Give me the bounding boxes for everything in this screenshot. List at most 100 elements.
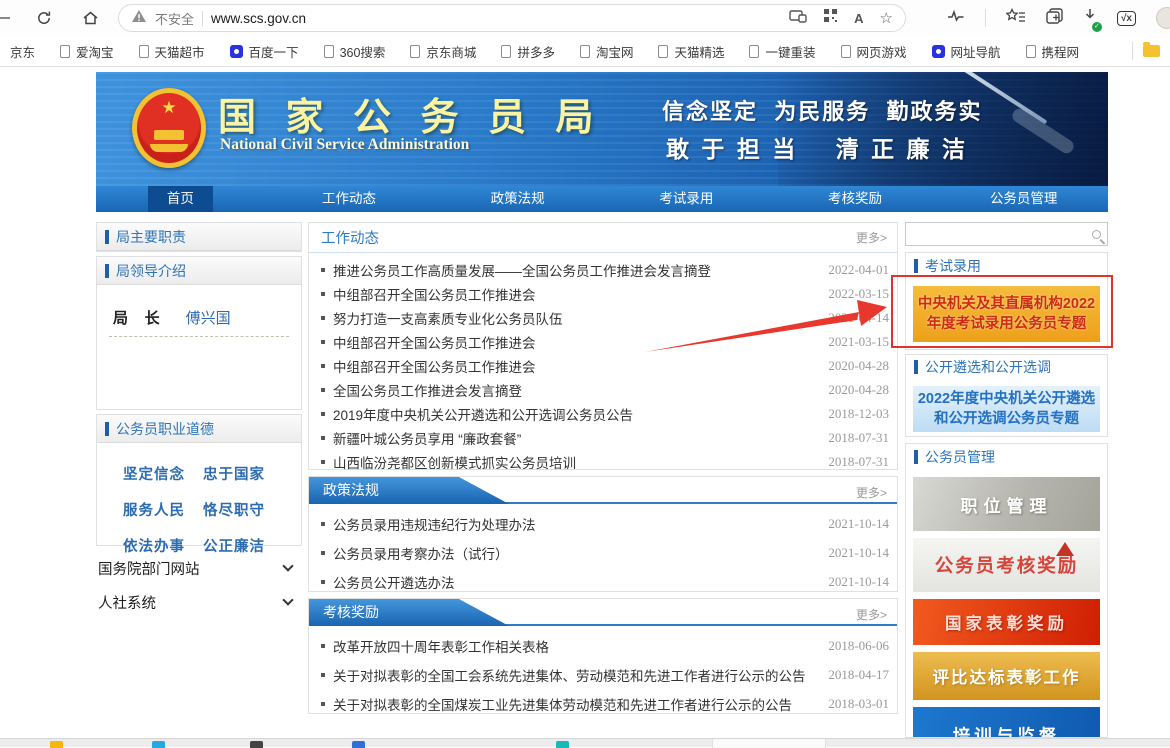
bookmark-item[interactable]: 天猫超市 [139,42,205,61]
device-preview-icon[interactable] [789,9,807,28]
bookmark-item[interactable]: 网址导航 [932,42,1001,61]
bookmark-item[interactable]: 京东商城 [410,42,476,61]
read-aloud-icon[interactable]: A [854,11,863,26]
bullet-icon [321,316,325,320]
awards-section-title[interactable]: 考核奖励 [309,599,509,626]
news-list-item[interactable]: 新疆叶城公务员享用 “廉政套餐” 2018-07-31 [321,426,889,450]
bookmark-item[interactable]: 拼多多 [501,42,555,61]
ethics-link[interactable]: 服务人民 [123,499,203,520]
awards-more-link[interactable]: 更多> [856,606,887,623]
nav-item[interactable]: 首页 [148,186,213,212]
news-more-link[interactable]: 更多> [856,229,887,246]
ethics-link[interactable]: 恪尽职守 [203,499,283,520]
news-list-item[interactable]: 中组部召开全国公务员工作推进会 2020-04-28 [321,354,889,378]
bookmark-label: 拼多多 [517,42,555,61]
mgmt-banner[interactable]: 职位管理 [913,477,1100,531]
site-title-cn: 国 家 公 务 员 局 [218,86,604,141]
policy-more-link[interactable]: 更多> [856,484,887,501]
search-icon[interactable] [1092,230,1101,239]
bookmark-favicon [230,45,243,58]
bookmark-item[interactable]: 爱淘宝 [60,42,114,61]
bookmark-label: 360搜索 [340,42,386,61]
nav-item[interactable]: 公务员管理 [971,186,1077,212]
math-solver-icon[interactable]: √x [1117,11,1136,26]
search-input[interactable] [912,224,1092,244]
news-date: 2021-04-14 [828,310,889,326]
bookmark-favicon [501,45,511,58]
other-favorites-folder-icon[interactable] [1143,45,1160,57]
nav-item[interactable]: 考试录用 [640,186,732,212]
address-bar[interactable]: 不安全 www.scs.gov.cn A ☆ [118,4,906,32]
nav-item[interactable]: 工作动态 [303,186,395,212]
news-list-item[interactable]: 中组部召开全国公务员工作推进会 2022-03-15 [321,282,889,306]
emblem-ribbon [150,144,188,152]
ethics-link[interactable]: 公正廉洁 [203,535,283,556]
ethics-link[interactable]: 忠于国家 [203,463,283,484]
bookmark-item[interactable]: 淘宝网 [580,42,634,61]
policy-section-title[interactable]: 政策法规 [309,477,509,504]
bookmark-label: 网址导航 [951,42,1001,61]
news-list-item[interactable]: 全国公务员工作推进会发言摘登 2020-04-28 [321,378,889,402]
bullet-icon [321,580,325,584]
favorite-add-star-icon[interactable]: ☆ [880,9,893,27]
bookmark-item[interactable]: 京东 [10,42,35,61]
collections-icon[interactable] [1046,8,1063,29]
mgmt-banner[interactable]: 国家表彰奖励 [913,599,1100,645]
mgmt-banner[interactable]: 评比达标表彰工作 [913,652,1100,700]
duties-box: 局主要职责 [96,222,302,252]
bookmark-item[interactable]: 天猫精选 [658,42,724,61]
bookmark-item[interactable]: 360搜索 [324,42,386,61]
hr-system-label: 人社系统 [98,592,156,613]
awards-list-item[interactable]: 关于对拟表彰的全国工会系统先进集体、劳动模范和先进工作者进行公示的公告 2018… [321,660,889,689]
news-section-title[interactable]: 工作动态 [321,227,379,248]
favorites-icon[interactable] [1006,8,1026,29]
leader-name-link[interactable]: 傅兴国 [186,307,231,328]
refresh-icon[interactable] [34,8,54,28]
mgmt-header[interactable]: 公务员管理 [906,444,1107,470]
bookmark-item[interactable]: 网页游戏 [841,42,907,61]
back-icon[interactable] [0,17,10,19]
security-label[interactable]: 不安全 [155,9,194,28]
bookmark-item[interactable]: 百度一下 [230,42,299,61]
home-icon[interactable] [80,8,100,28]
policy-list-item[interactable]: 公务员公开遴选办法 2021-10-14 [321,567,889,596]
site-search-box[interactable] [905,222,1108,246]
awards-list-item[interactable]: 关于对拟表彰的全国煤炭工业先进集体劳动模范和先进工作者进行公示的公告 2018-… [321,689,889,718]
ethics-link[interactable]: 依法办事 [123,535,203,556]
bookmark-favicon [410,45,420,58]
awards-title: 改革开放四十周年表彰工作相关表格 [333,636,818,656]
select-2022-banner[interactable]: 2022年度中央机关公开遴选 和公开选调公务员专题 [913,386,1100,432]
policy-list-item[interactable]: 公务员录用考察办法（试行） 2021-10-14 [321,538,889,567]
exam-header[interactable]: 考试录用 [906,253,1107,279]
browser-essentials-icon[interactable] [947,9,965,28]
news-title: 中组部召开全国公务员工作推进会 [333,284,818,304]
bookmark-item[interactable]: 携程网 [1026,42,1080,61]
nav-item[interactable]: 政策法规 [472,186,564,212]
mgmt-banner[interactable]: 公务员考核奖励 [913,538,1100,592]
select-header[interactable]: 公开遴选和公开选调 [906,355,1107,379]
policy-date: 2021-10-14 [828,545,889,561]
hr-system-dropdown[interactable]: 人社系统 [98,590,298,614]
downloads-icon[interactable]: ✓ [1083,8,1097,28]
profile-avatar[interactable] [1156,7,1170,29]
policy-list-item[interactable]: 公务员录用违规违纪行为处理办法 2021-10-14 [321,509,889,538]
ethics-header[interactable]: 公务员职业道德 [97,415,301,443]
news-list-item[interactable]: 推进公务员工作高质量发展——全国公务员工作推进会发言摘登 2022-04-01 [321,258,889,282]
news-list-item[interactable]: 努力打造一支高素质专业化公务员队伍 2021-04-14 [321,306,889,330]
leaders-header[interactable]: 局领导介绍 [97,257,301,285]
news-list-item[interactable]: 中组部召开全国公务员工作推进会 2021-03-15 [321,330,889,354]
awards-list-item[interactable]: 改革开放四十周年表彰工作相关表格 2018-06-06 [321,631,889,660]
mgmt-title: 公务员管理 [925,447,995,467]
select-banner-line2: 和公开选调公务员专题 [934,409,1079,429]
mgmt-banner[interactable]: 培训与监督 [913,707,1100,738]
exam-2022-banner[interactable]: 中央机关及其直属机构2022 年度考试录用公务员专题 [913,286,1100,342]
news-list-item[interactable]: 2019年度中央机关公开遴选和公开选调公务员公告 2018-12-03 [321,402,889,426]
govt-sites-dropdown[interactable]: 国务院部门网站 [98,556,298,580]
bookmark-item[interactable]: 一键重装 [749,42,815,61]
news-list-item[interactable]: 山西临汾尧都区创新模式抓实公务员培训 2018-07-31 [321,450,889,474]
duties-header[interactable]: 局主要职责 [97,223,301,251]
url-text[interactable]: www.scs.gov.cn [211,11,781,26]
ethics-link[interactable]: 坚定信念 [123,463,203,484]
nav-item[interactable]: 考核奖励 [809,186,901,212]
qr-code-icon[interactable] [823,8,838,28]
